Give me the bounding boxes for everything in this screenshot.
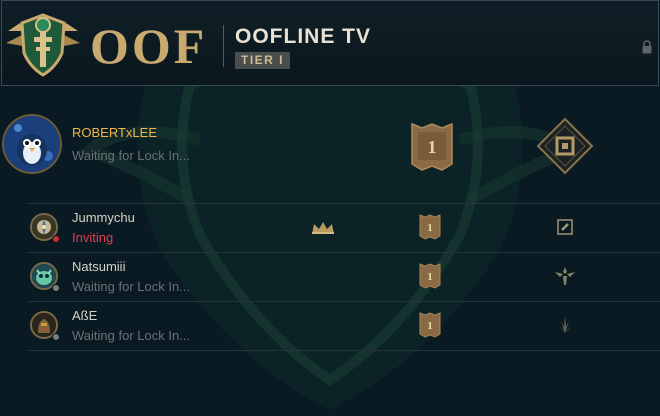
row-divider xyxy=(28,301,660,302)
tier-banner-icon: 1 xyxy=(411,122,453,171)
member-name: Jummychu xyxy=(72,210,135,225)
tier-banner-icon: 1 xyxy=(419,214,441,240)
tier-badge: TIER I xyxy=(235,52,291,69)
team-tag: OOF xyxy=(90,18,208,74)
member-tier-numeral: 1 xyxy=(427,222,433,234)
fill-role-icon[interactable] xyxy=(535,116,595,176)
mid-role-icon[interactable] xyxy=(553,215,577,239)
captain-tier-numeral: 1 xyxy=(428,137,437,157)
member-status: Inviting xyxy=(72,230,114,245)
team-name: OOFLINE TV xyxy=(235,25,371,48)
row-divider xyxy=(28,252,660,253)
member-tier-numeral: 1 xyxy=(427,271,433,283)
tier-banner-icon: 1 xyxy=(419,263,441,289)
team-emblem-icon xyxy=(6,13,80,77)
header-divider xyxy=(223,25,224,67)
member-row[interactable]: Natsumiii Waiting for Lock In... 1 xyxy=(0,254,660,300)
row-divider xyxy=(28,203,660,204)
lock-icon[interactable] xyxy=(641,40,653,54)
avatar xyxy=(2,114,62,174)
member-name: Natsumiii xyxy=(72,259,126,274)
status-dot xyxy=(52,235,60,243)
member-name: AßE xyxy=(72,308,98,323)
captain-name: ROBERTxLEE xyxy=(72,125,158,140)
crown-icon[interactable] xyxy=(311,221,335,235)
row-divider xyxy=(28,350,660,351)
tier-banner-icon: 1 xyxy=(419,312,441,338)
member-status: Waiting for Lock In... xyxy=(72,328,191,343)
member-status: Waiting for Lock In... xyxy=(72,279,191,294)
captain-status: Waiting for Lock In... xyxy=(72,148,191,163)
status-dot xyxy=(52,284,60,292)
status-dot xyxy=(52,333,60,341)
member-row[interactable]: AßE Waiting for Lock In... 1 xyxy=(0,303,660,349)
team-header: OOF OOFLINE TV TIER I xyxy=(1,0,659,86)
support-role-icon[interactable] xyxy=(553,264,577,288)
member-tier-numeral: 1 xyxy=(427,320,433,332)
penguin-avatar-icon xyxy=(4,116,60,172)
jungle-role-icon[interactable] xyxy=(553,313,577,337)
